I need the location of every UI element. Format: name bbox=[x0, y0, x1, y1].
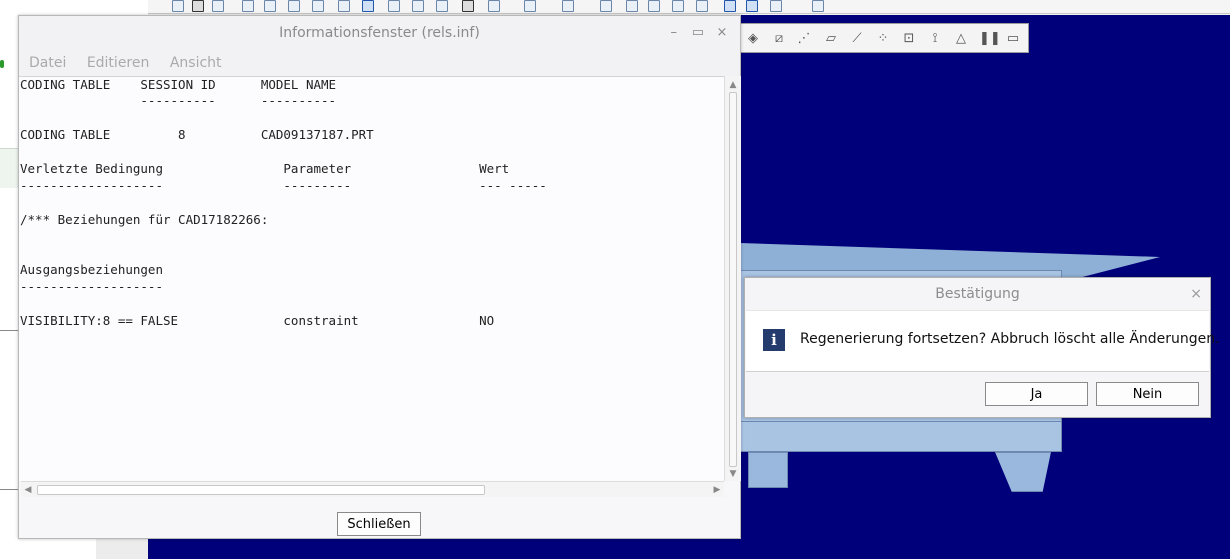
datum-axis-icon[interactable]: ⋰ bbox=[796, 31, 812, 47]
toolbar-icon[interactable] bbox=[488, 0, 500, 12]
close-button[interactable]: Schließen bbox=[337, 512, 421, 536]
scroll-down-icon[interactable]: ▼ bbox=[725, 467, 741, 481]
axis-display-icon[interactable]: ⟋ bbox=[849, 31, 865, 47]
text-line: CODING TABLE 8 CAD09137187.PRT bbox=[20, 127, 374, 142]
scroll-up-icon[interactable]: ▲ bbox=[725, 78, 741, 92]
toolbar-icon[interactable] bbox=[648, 0, 660, 12]
text-line: /*** Beziehungen für CAD17182266: bbox=[20, 212, 269, 227]
toolbar-icon[interactable] bbox=[626, 0, 638, 12]
delete-icon[interactable] bbox=[462, 0, 474, 12]
minimize-icon[interactable]: – bbox=[664, 16, 684, 50]
panel-row bbox=[0, 148, 18, 188]
toolbar-icon[interactable] bbox=[264, 0, 276, 12]
panel-footer bbox=[96, 538, 148, 559]
toolbar-icon[interactable] bbox=[600, 0, 612, 12]
close-icon[interactable]: × bbox=[1190, 278, 1202, 310]
text-line: ---------- ---------- bbox=[20, 93, 337, 108]
point-display-icon[interactable]: ⁘ bbox=[875, 31, 891, 47]
toolbar-icon[interactable] bbox=[672, 0, 684, 12]
dialog-body: i Regenerierung fortsetzen? Abbruch lösc… bbox=[746, 310, 1220, 372]
toolbar-icon[interactable] bbox=[242, 0, 254, 12]
toolbar-icon[interactable] bbox=[212, 0, 224, 12]
info-window-titlebar[interactable]: Informationsfenster (rels.inf) – ▭ × bbox=[19, 16, 740, 50]
text-line: CODING TABLE SESSION ID MODEL NAME bbox=[20, 77, 337, 92]
chevron-down-icon[interactable] bbox=[812, 0, 824, 12]
main-toolbar bbox=[148, 0, 1230, 14]
info-icon[interactable] bbox=[362, 0, 374, 12]
vertical-scrollbar[interactable]: ▲ ▼ bbox=[724, 76, 741, 481]
plane-display-icon[interactable]: ▱ bbox=[823, 31, 839, 47]
maximize-icon[interactable]: ▭ bbox=[688, 16, 708, 50]
text-line: ------------------- --------- --- ----- bbox=[20, 178, 547, 193]
annotation-icon[interactable]: △ bbox=[953, 31, 969, 47]
dialog-title: Bestätigung bbox=[935, 286, 1020, 302]
toolbar-icon[interactable] bbox=[770, 0, 782, 12]
menu-ansicht[interactable]: Ansicht bbox=[170, 55, 222, 71]
info-text-area[interactable]: CODING TABLE SESSION ID MODEL NAME -----… bbox=[19, 76, 724, 481]
scroll-left-icon[interactable]: ◀ bbox=[21, 482, 35, 498]
menu-editieren[interactable]: Editieren bbox=[87, 55, 150, 71]
info-icon: i bbox=[763, 329, 785, 351]
dialog-message: Regenerierung fortsetzen? Abbruch löscht… bbox=[800, 331, 1220, 347]
view-toolbar: ◈ ⧄ ⋰ ▱ ⟋ ⁘ ⊡ ⟟ △ ❚❚ ▭ bbox=[740, 23, 1029, 53]
yes-button[interactable]: Ja bbox=[985, 382, 1088, 406]
toolbar-icon[interactable] bbox=[696, 0, 708, 12]
toolbar-icon[interactable] bbox=[312, 0, 324, 12]
toolbar-icon[interactable] bbox=[338, 0, 350, 12]
view-orientation-icon[interactable]: ◈ bbox=[745, 31, 761, 47]
toolbar-icon[interactable] bbox=[172, 0, 184, 12]
info-window: Informationsfenster (rels.inf) – ▭ × Dat… bbox=[18, 15, 741, 539]
csys-display-icon[interactable]: ⊡ bbox=[901, 31, 917, 47]
no-button[interactable]: Nein bbox=[1096, 382, 1199, 406]
status-indicator-icon bbox=[0, 60, 4, 68]
toolbar-icon[interactable] bbox=[436, 0, 448, 12]
toolbar-icon[interactable] bbox=[724, 0, 736, 12]
menu-bar: Datei Editieren Ansicht bbox=[19, 50, 740, 76]
toolbar-icon[interactable] bbox=[288, 0, 300, 12]
scroll-thumb[interactable] bbox=[37, 485, 485, 495]
close-icon[interactable]: × bbox=[712, 16, 732, 50]
text-line: VISIBILITY:8 == FALSE constraint NO bbox=[20, 313, 495, 328]
toolbar-icon[interactable] bbox=[412, 0, 424, 12]
text-line: Ausgangsbeziehungen bbox=[20, 262, 163, 277]
toolbar-icon[interactable] bbox=[746, 0, 758, 12]
scroll-right-icon[interactable]: ▶ bbox=[710, 482, 724, 498]
scroll-thumb[interactable] bbox=[729, 92, 737, 467]
redo-icon[interactable] bbox=[562, 0, 574, 12]
print-icon[interactable] bbox=[192, 0, 204, 12]
toolbar-icon[interactable] bbox=[388, 0, 400, 12]
dialog-titlebar[interactable]: Bestätigung × bbox=[745, 278, 1210, 310]
confirm-dialog: Bestätigung × i Regenerierung fortsetzen… bbox=[744, 277, 1220, 418]
horizontal-scrollbar[interactable]: ◀ ▶ bbox=[21, 481, 724, 497]
display-style-icon[interactable]: ▭ bbox=[1005, 31, 1021, 47]
spin-center-icon[interactable]: ⟟ bbox=[927, 31, 943, 47]
text-line: Verletzte Bedingung Parameter Wert bbox=[20, 161, 510, 176]
menu-datei[interactable]: Datei bbox=[29, 55, 66, 71]
undo-icon[interactable] bbox=[524, 0, 536, 12]
pause-icon[interactable]: ❚❚ bbox=[979, 31, 1001, 47]
panel-section bbox=[0, 330, 18, 490]
model-leg bbox=[748, 452, 788, 488]
text-line: ------------------- bbox=[20, 279, 163, 294]
window-title: Informationsfenster (rels.inf) bbox=[279, 25, 480, 41]
datum-plane-icon[interactable]: ⧄ bbox=[771, 31, 787, 47]
